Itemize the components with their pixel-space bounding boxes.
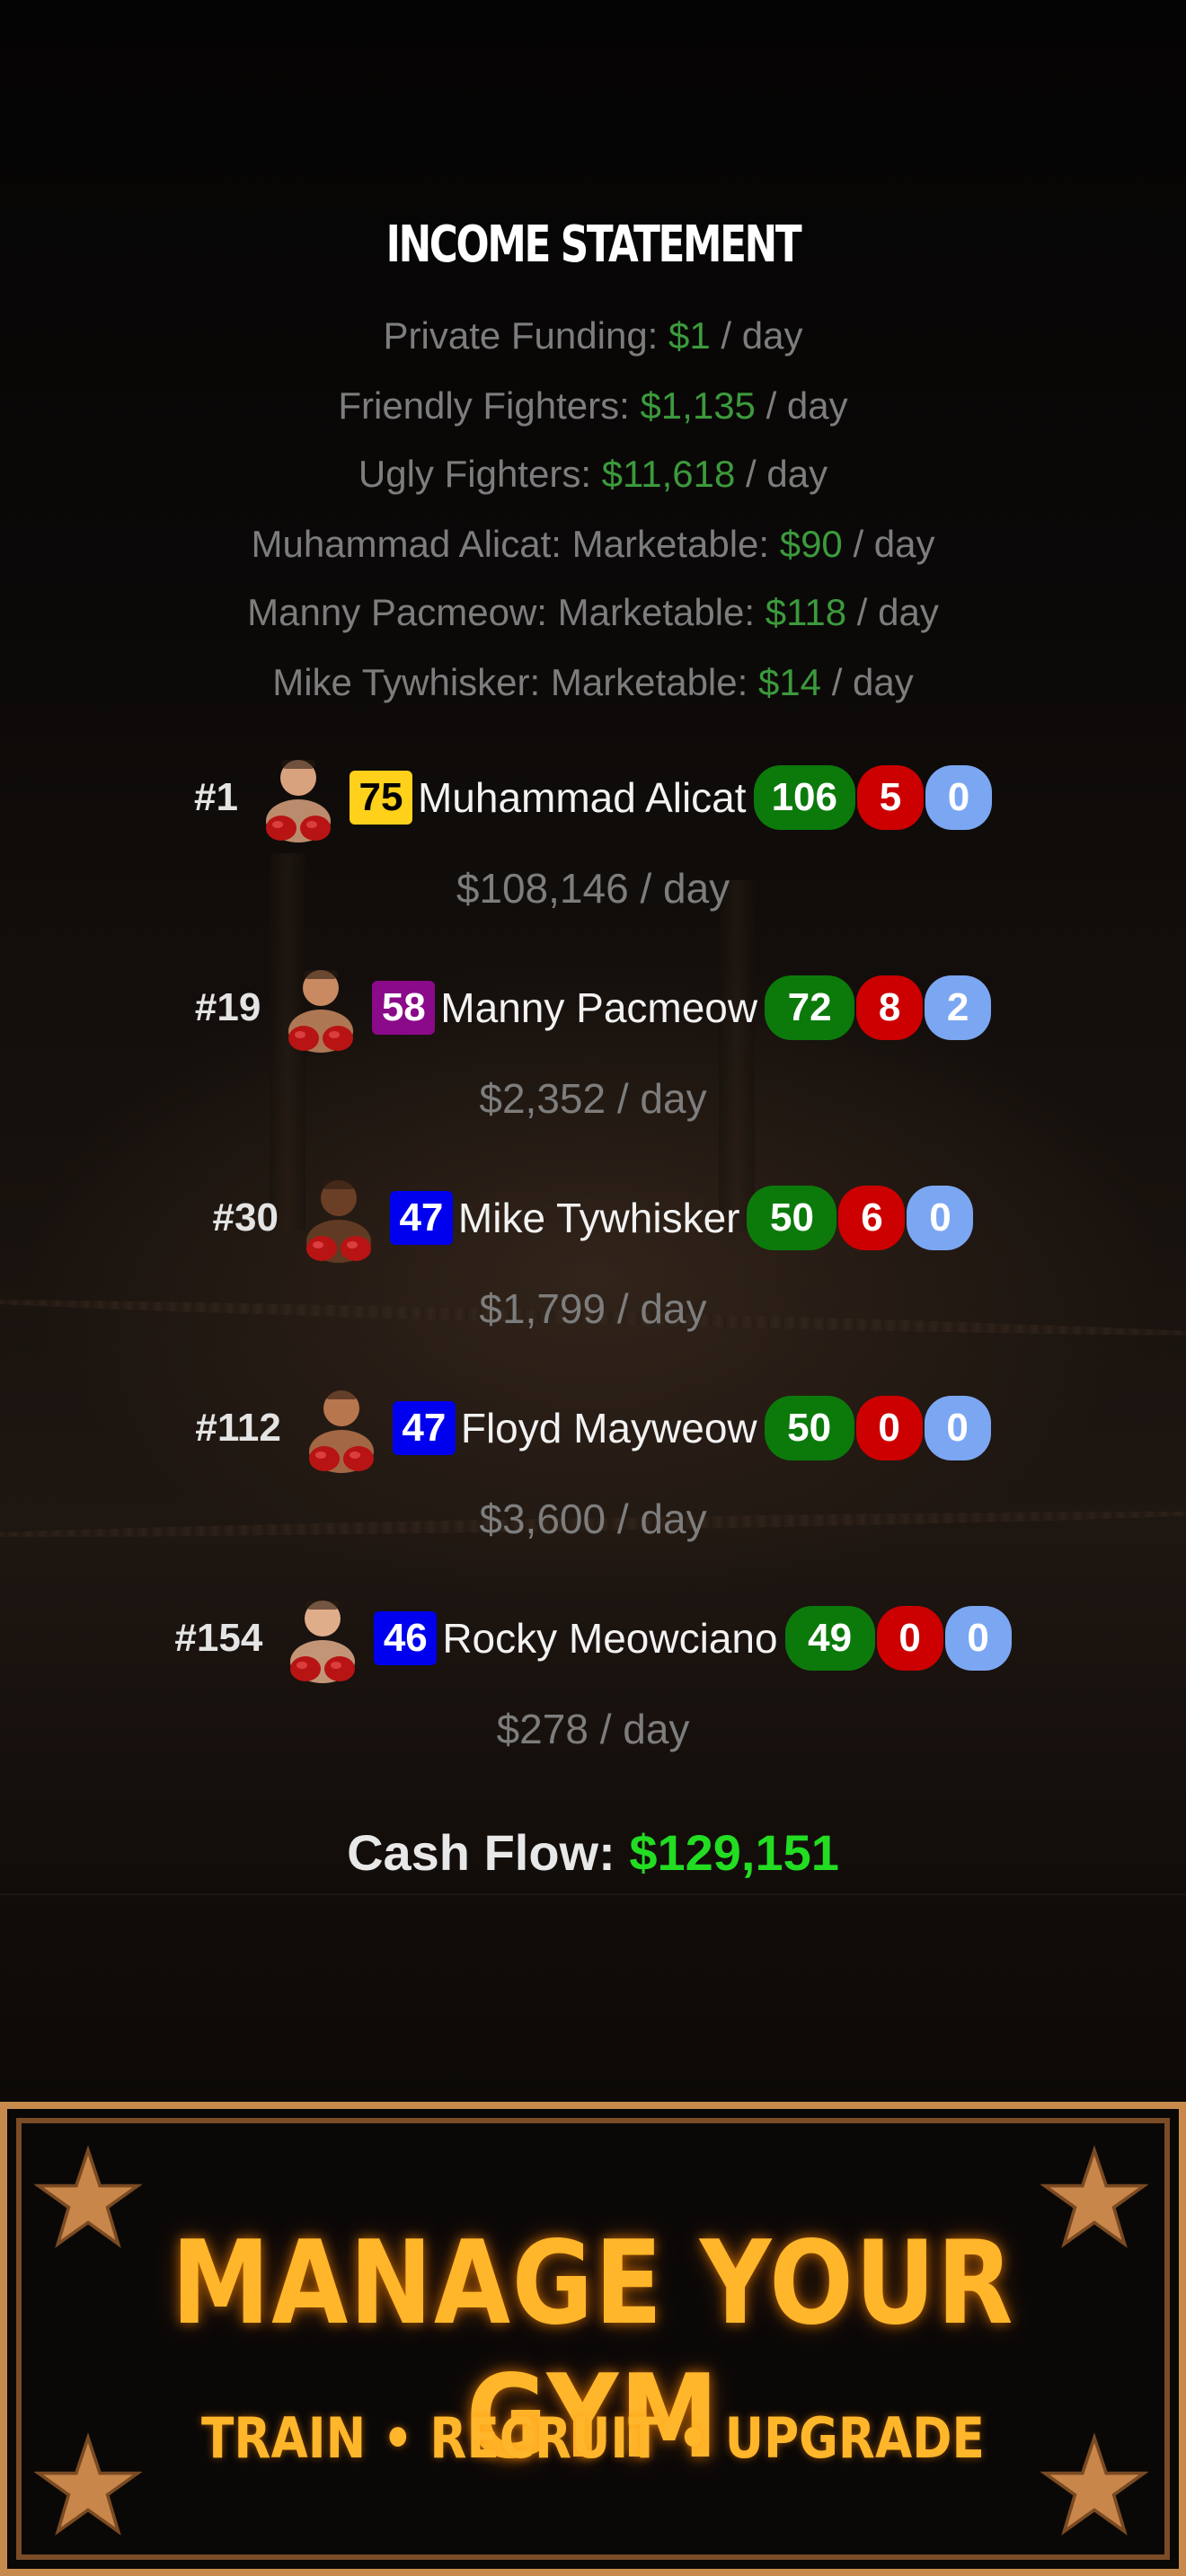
income-period: / day — [856, 591, 939, 633]
draws-pill: 2 — [925, 975, 992, 1040]
fighter-row[interactable]: #30 47 Mike Tywhisker 50 6 0 — [0, 1173, 1186, 1263]
fighter-avatar[interactable] — [300, 1171, 377, 1265]
overall-rating-badge: 47 — [389, 1191, 453, 1245]
income-line-private-funding: Private Funding: $1 / day — [0, 314, 1186, 357]
draws-pill: 0 — [925, 765, 992, 830]
fighter-daily-income: $3,600 / day — [479, 1495, 707, 1542]
income-line-friendly-fighters: Friendly Fighters: $1,135 / day — [0, 384, 1186, 428]
fighter-avatar[interactable] — [282, 961, 359, 1054]
fighter-rank: #30 — [212, 1195, 279, 1239]
fighter-avatar[interactable] — [284, 1592, 361, 1685]
fighter-name[interactable]: Manny Pacmeow — [440, 984, 757, 1032]
income-period: / day — [853, 523, 935, 565]
fighter-name[interactable]: Rocky Meowciano — [442, 1614, 777, 1663]
income-label: Private Funding: — [383, 314, 659, 357]
losses-pill: 6 — [838, 1186, 906, 1250]
fighter-rank: #1 — [194, 775, 238, 819]
income-amount: $11,618 — [601, 453, 736, 495]
income-amount: $118 — [765, 591, 847, 633]
income-line-ugly-fighters: Ugly Fighters: $11,618 / day — [0, 453, 1186, 496]
income-label: Manny Pacmeow: Marketable: — [247, 591, 756, 633]
fighter-daily-income: $278 / day — [496, 1706, 690, 1752]
draws-pill: 0 — [907, 1186, 974, 1250]
fighter-name[interactable]: Floyd Mayweow — [461, 1404, 757, 1452]
overall-rating-badge: 58 — [372, 981, 436, 1035]
cash-flow-label: Cash Flow: — [347, 1824, 615, 1881]
wins-pill: 50 — [764, 1396, 854, 1460]
fighter-rank: #154 — [174, 1616, 263, 1660]
losses-pill: 8 — [856, 975, 924, 1040]
fighter-row[interactable]: #154 46 Rocky Meowciano 49 0 0 — [0, 1593, 1186, 1683]
income-line-pacmeow-marketable: Manny Pacmeow: Marketable: $118 / day — [0, 591, 1186, 634]
fighter-daily-income: $1,799 / day — [479, 1285, 707, 1332]
wins-pill: 72 — [765, 975, 855, 1040]
overall-rating-badge: 75 — [349, 771, 412, 825]
income-label: Ugly Fighters: — [358, 453, 591, 495]
wins-pill: 106 — [753, 765, 855, 830]
income-period: / day — [746, 453, 828, 495]
fighter-rank: #112 — [195, 1406, 281, 1450]
losses-pill: 5 — [856, 765, 924, 830]
income-label: Friendly Fighters: — [338, 384, 630, 427]
income-period: / day — [831, 661, 914, 703]
fighter-avatar[interactable] — [260, 751, 337, 844]
cash-flow-value: $129,151 — [629, 1824, 839, 1881]
income-label: Mike Tywhisker: Marketable: — [272, 661, 748, 703]
income-line-alicat-marketable: Muhammad Alicat: Marketable: $90 / day — [0, 523, 1186, 566]
fighter-name[interactable]: Muhammad Alicat — [418, 773, 747, 822]
overall-rating-badge: 47 — [392, 1401, 456, 1455]
losses-pill: 0 — [876, 1606, 943, 1671]
fighter-avatar[interactable] — [303, 1381, 380, 1475]
fighter-row[interactable]: #19 58 Manny Pacmeow 72 8 2 — [0, 963, 1186, 1053]
fighter-daily-income: $2,352 / day — [479, 1075, 707, 1122]
divider — [0, 1893, 1186, 1895]
income-amount: $14 — [757, 661, 822, 703]
cash-flow-total: Cash Flow: $129,151 — [0, 1823, 1186, 1882]
fighter-row[interactable]: #112 47 Floyd Mayweow 50 0 0 — [0, 1383, 1186, 1473]
fighter-row[interactable]: #1 75 Muhammad Alicat 106 5 0 — [0, 753, 1186, 842]
wins-pill: 49 — [784, 1606, 875, 1671]
banner-subtitle: TRAIN • RECRUIT • UPGRADE — [201, 2405, 985, 2471]
overall-rating-badge: 46 — [374, 1611, 438, 1665]
income-amount: $1,135 — [640, 384, 756, 427]
losses-pill: 0 — [855, 1396, 923, 1460]
income-line-tywhisker-marketable: Mike Tywhisker: Marketable: $14 / day — [0, 661, 1186, 704]
draws-pill: 0 — [944, 1606, 1012, 1671]
income-amount: $90 — [779, 523, 843, 565]
income-period: / day — [721, 314, 803, 357]
manage-gym-banner[interactable]: MANAGE YOUR GYM TRAIN • RECRUIT • UPGRAD… — [0, 2102, 1186, 2576]
fighter-rank: #19 — [194, 985, 261, 1029]
fighter-daily-income: $108,146 / day — [456, 865, 730, 912]
income-label: Muhammad Alicat: Marketable: — [251, 523, 770, 565]
page-title: INCOME STATEMENT — [385, 216, 802, 274]
fighter-name[interactable]: Mike Tywhisker — [458, 1194, 740, 1242]
draws-pill: 0 — [924, 1396, 991, 1460]
income-amount: $1 — [668, 314, 711, 357]
income-period: / day — [766, 384, 848, 427]
wins-pill: 50 — [747, 1186, 837, 1250]
